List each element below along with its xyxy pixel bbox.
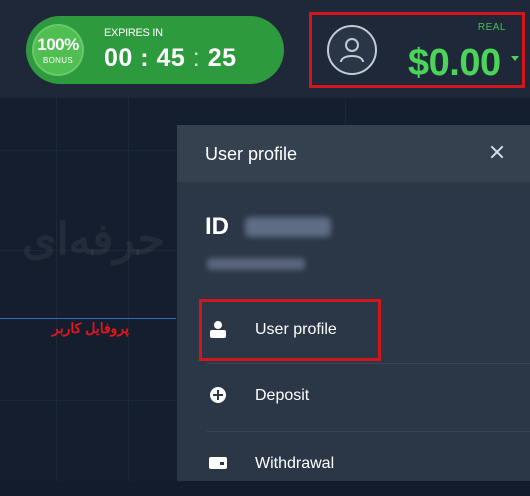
- annotation-label: پروفایل کاربر: [52, 320, 130, 336]
- balance-amount[interactable]: $0.00: [408, 42, 501, 85]
- expires-label: EXPIRES IN: [104, 27, 163, 39]
- user-id-label: ID: [205, 213, 229, 240]
- panel-header: User profile: [177, 125, 530, 182]
- divider: [207, 431, 530, 432]
- account-switcher[interactable]: REAL $0.00: [309, 12, 525, 88]
- bonus-badge: 100% BONUS: [32, 24, 84, 76]
- countdown-timer: 00 : 45 : 25: [104, 44, 237, 72]
- card-icon: [209, 457, 227, 469]
- user-id-redacted: [245, 217, 331, 237]
- user-silhouette-icon: [340, 38, 364, 63]
- grid-line: [56, 98, 57, 481]
- avatar[interactable]: [327, 25, 377, 75]
- user-email-redacted: [207, 258, 305, 270]
- timer-seconds: 25: [207, 44, 237, 72]
- menu-item-deposit[interactable]: Deposit: [177, 366, 530, 428]
- bonus-timer-pill[interactable]: 100% BONUS EXPIRES IN 00 : 45 : 25: [26, 16, 284, 84]
- divider: [207, 363, 530, 364]
- annotation-highlight-box: [199, 299, 381, 361]
- bonus-percent: 100%: [37, 35, 79, 54]
- menu-item-label: Withdrawal: [255, 455, 335, 472]
- panel-title: User profile: [205, 144, 298, 164]
- chevron-down-icon[interactable]: [511, 56, 519, 61]
- close-icon[interactable]: [482, 137, 512, 167]
- price-line: [0, 318, 176, 319]
- top-bar: 100% BONUS EXPIRES IN 00 : 45 : 25 REAL …: [0, 0, 530, 98]
- timer-hours: 00: [104, 44, 133, 72]
- menu-item-withdrawal[interactable]: Withdrawal: [177, 434, 530, 496]
- bonus-label: BONUS: [43, 56, 73, 65]
- account-type-label: REAL: [477, 22, 506, 33]
- timer-minutes: 45: [156, 44, 186, 72]
- menu-item-label: Deposit: [255, 387, 310, 404]
- grid-line: [128, 98, 129, 481]
- plus-circle-icon: [210, 387, 226, 403]
